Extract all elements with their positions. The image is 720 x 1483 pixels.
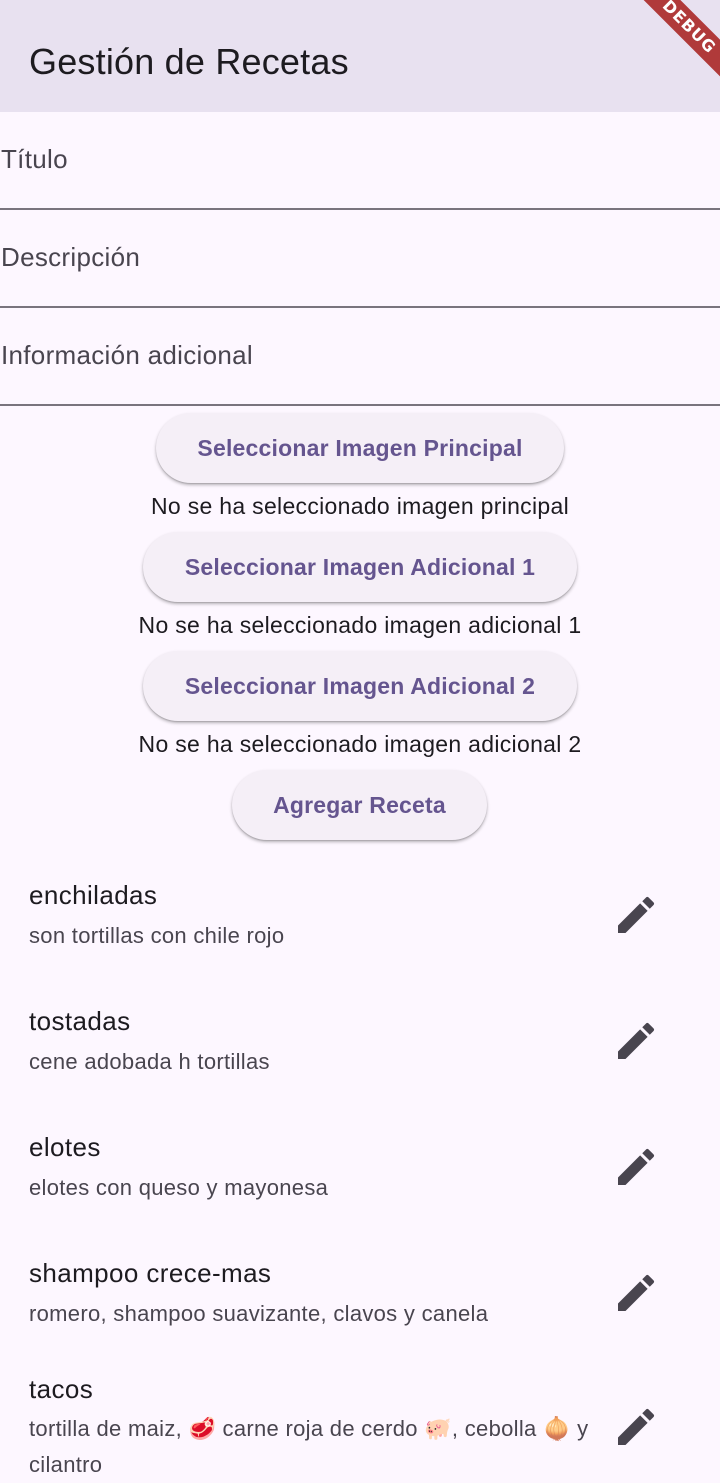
recipe-list-item[interactable]: tacos tortilla de maiz, 🥩 carne roja de …: [0, 1374, 720, 1479]
main-image-status: No se ha seleccionado imagen principal: [151, 493, 569, 519]
recipe-description: elotes con queso y mayonesa: [29, 1175, 329, 1200]
debug-banner-label: DEBUG: [626, 0, 720, 90]
recipe-title: tacos: [29, 1374, 94, 1404]
debug-banner: DEBUG: [610, 0, 720, 110]
additional-info-input[interactable]: [0, 308, 720, 406]
recipe-list-item[interactable]: shampoo crece-mas romero, shampoo suaviz…: [0, 1248, 720, 1364]
select-main-image-button[interactable]: Seleccionar Imagen Principal: [156, 413, 564, 483]
recipe-title: enchiladas: [29, 880, 158, 910]
add-recipe-button[interactable]: Agregar Receta: [232, 770, 487, 840]
recipe-description: romero, shampoo suavizante, clavos y can…: [29, 1301, 489, 1326]
title-input[interactable]: [0, 112, 720, 210]
recipe-title: shampoo crece-mas: [29, 1258, 272, 1288]
additional-image-2-status: No se ha seleccionado imagen adicional 2: [138, 731, 582, 757]
recipe-description: cene adobada h tortillas: [29, 1049, 270, 1074]
edit-icon[interactable]: [612, 1403, 660, 1451]
recipe-description: tortilla de maiz, 🥩 carne roja de cerdo …: [29, 1416, 589, 1477]
edit-icon[interactable]: [612, 1017, 660, 1065]
recipe-list-item[interactable]: tostadas cene adobada h tortillas: [0, 996, 720, 1112]
recipe-title: elotes: [29, 1132, 101, 1162]
additional-info-field[interactable]: Información adicional: [0, 308, 720, 406]
edit-icon[interactable]: [612, 1269, 660, 1317]
description-input[interactable]: [0, 210, 720, 308]
recipe-list-item[interactable]: elotes elotes con queso y mayonesa: [0, 1122, 720, 1238]
recipe-title: tostadas: [29, 1006, 131, 1036]
recipe-description: son tortillas con chile rojo: [29, 923, 285, 948]
title-field[interactable]: Título: [0, 112, 720, 210]
app-title: Gestión de Recetas: [29, 41, 349, 82]
select-additional-image-1-button[interactable]: Seleccionar Imagen Adicional 1: [143, 532, 577, 602]
additional-image-1-status: No se ha seleccionado imagen adicional 1: [138, 612, 582, 638]
edit-icon[interactable]: [612, 1143, 660, 1191]
select-additional-image-2-button[interactable]: Seleccionar Imagen Adicional 2: [143, 651, 577, 721]
description-field[interactable]: Descripción: [0, 210, 720, 308]
recipe-list-item[interactable]: enchiladas son tortillas con chile rojo: [0, 870, 720, 986]
edit-icon[interactable]: [612, 891, 660, 939]
